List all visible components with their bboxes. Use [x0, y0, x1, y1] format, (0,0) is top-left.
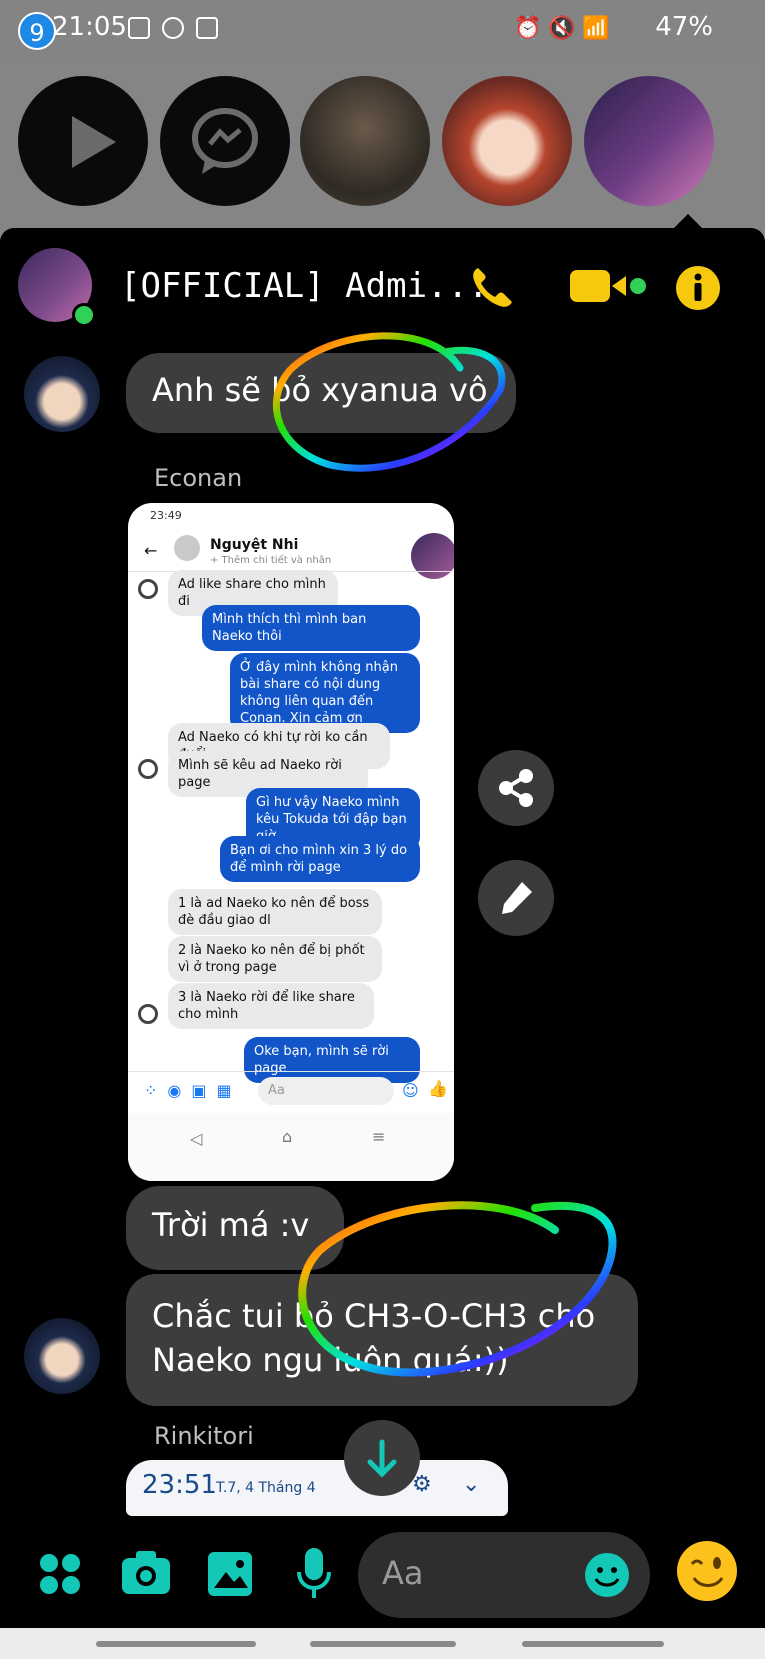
nav-back-pill[interactable] — [96, 1641, 256, 1647]
mic-icon[interactable] — [296, 1546, 332, 1602]
sender-name: Rinkitori — [154, 1422, 254, 1450]
notification-peek[interactable]: 23:51 T.7, 4 Tháng 4 ⚙ ⌄ — [126, 1460, 508, 1516]
unread-badge: 9 — [18, 12, 56, 50]
chevron-down-icon[interactable]: ⌄ — [462, 1472, 480, 1497]
gallery-icon[interactable] — [206, 1550, 254, 1598]
message-input[interactable]: Aa — [358, 1532, 650, 1618]
wink-emoji-icon[interactable] — [676, 1540, 738, 1602]
nav-home-pill[interactable] — [310, 1641, 456, 1647]
rainbow-scribble-overlay — [272, 332, 617, 1377]
nav-recents-pill[interactable] — [522, 1641, 664, 1647]
notification-time: 23:51 — [142, 1470, 217, 1500]
emoji-icon[interactable] — [584, 1552, 630, 1598]
notification-date: T.7, 4 Tháng 4 — [216, 1480, 316, 1496]
camera-icon[interactable] — [120, 1548, 172, 1598]
apps-icon[interactable] — [38, 1552, 82, 1596]
scroll-to-bottom-button[interactable] — [344, 1420, 420, 1496]
message-input-placeholder: Aa — [382, 1554, 424, 1592]
scroll-down-icon — [367, 1439, 397, 1478]
